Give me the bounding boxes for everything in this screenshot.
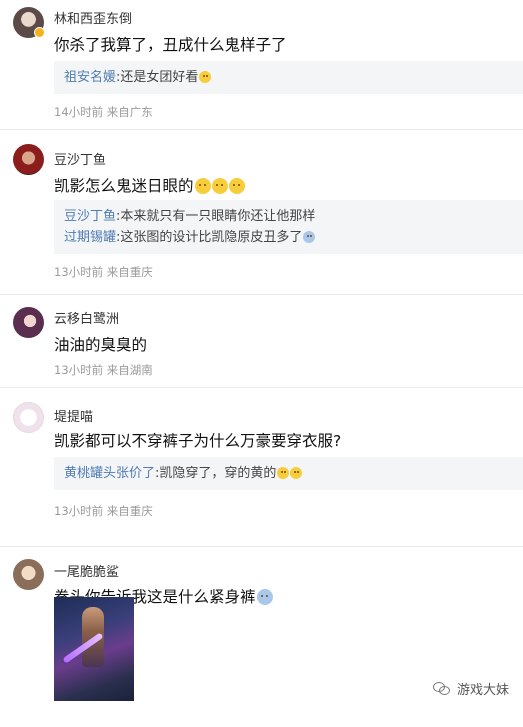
comment-item: 林和西歪东倒 你杀了我算了，丑成什么鬼样子了 祖安名媛:还是女团好看 14小时前… (0, 0, 523, 130)
reply-text: 还是女团好看 (120, 70, 199, 85)
avatar[interactable] (13, 559, 44, 590)
sad-emoji-icon (228, 178, 245, 194)
comment-text: 凯影都可以不穿裤子为什么万豪要穿衣服? (54, 432, 342, 450)
comment-meta: 13小时前 来自重庆 (54, 504, 153, 518)
avatar[interactable] (13, 144, 44, 175)
comment-text: 凯影怎么鬼迷日眼的 (54, 174, 245, 196)
grin-emoji-icon (277, 467, 290, 479)
comment-username[interactable]: 云移白鹭洲 (54, 308, 119, 327)
comment-meta: 13小时前 来自重庆 (54, 265, 153, 279)
reply-author[interactable]: 豆沙丁鱼 (64, 209, 116, 224)
reply-line: 豆沙丁鱼:本来就只有一只眼睛你还让他那样 (64, 206, 513, 227)
reply-author[interactable]: 祖安名媛 (64, 70, 116, 85)
wechat-icon (432, 681, 451, 696)
comment-text-content: 凯影怎么鬼迷日眼的 (54, 177, 194, 195)
reply-text: 本来就只有一只眼睛你还让他那样 (120, 209, 316, 224)
comment-item: 堤提喵 凯影都可以不穿裤子为什么万豪要穿衣服? 黄桃罐头张价了:凯隐穿了，穿的黄… (0, 388, 523, 547)
avatar[interactable] (13, 402, 44, 433)
watermark: 游戏大妹 (432, 679, 509, 698)
comment-username[interactable]: 豆沙丁鱼 (54, 149, 106, 168)
avatar[interactable] (13, 307, 44, 338)
comment-text: 你杀了我算了，丑成什么鬼样子了 (54, 36, 287, 54)
reply-text: 凯隐穿了，穿的黄的 (159, 466, 277, 481)
reply-line: 黄桃罐头张价了:凯隐穿了，穿的黄的 (64, 463, 513, 484)
comment-text: 油油的臭臭的 (54, 336, 148, 354)
reply-text: 这张图的设计比凯隐原皮丑多了 (120, 230, 303, 245)
grin-emoji-icon (290, 467, 303, 479)
reply-author[interactable]: 过期锡罐 (64, 230, 116, 245)
reply-author[interactable]: 黄桃罐头张价了 (64, 466, 155, 481)
cry-emoji-icon (303, 231, 316, 243)
reply-line: 过期锡罐:这张图的设计比凯隐原皮丑多了 (64, 227, 513, 248)
comment-meta: 13小时前 来自湖南 (54, 363, 153, 377)
comment-username[interactable]: 一尾脆脆鲨 (54, 561, 119, 580)
sad-emoji-icon (194, 178, 211, 194)
verified-badge-icon (34, 27, 45, 38)
comment-item: 豆沙丁鱼 凯影怎么鬼迷日眼的 豆沙丁鱼:本来就只有一只眼睛你还让他那样 过期锡罐… (0, 130, 523, 295)
comment-item: 云移白鹭洲 油油的臭臭的 13小时前 来自湖南 (0, 295, 523, 388)
watermark-text: 游戏大妹 (456, 683, 509, 698)
comment-username[interactable]: 堤提喵 (54, 406, 93, 425)
sad-emoji-icon (211, 178, 228, 194)
reply-box[interactable]: 豆沙丁鱼:本来就只有一只眼睛你还让他那样 过期锡罐:这张图的设计比凯隐原皮丑多了 (54, 200, 523, 254)
reply-line: 祖安名媛:还是女团好看 (64, 67, 513, 88)
comment-meta: 14小时前 来自广东 (54, 105, 153, 119)
cry-emoji-icon (256, 589, 273, 605)
grin-emoji-icon (199, 71, 212, 83)
reply-box[interactable]: 祖安名媛:还是女团好看 (54, 61, 523, 94)
comment-username[interactable]: 林和西歪东倒 (54, 8, 132, 27)
reply-box[interactable]: 黄桃罐头张价了:凯隐穿了，穿的黄的 (54, 457, 523, 490)
attached-image[interactable] (54, 597, 134, 701)
